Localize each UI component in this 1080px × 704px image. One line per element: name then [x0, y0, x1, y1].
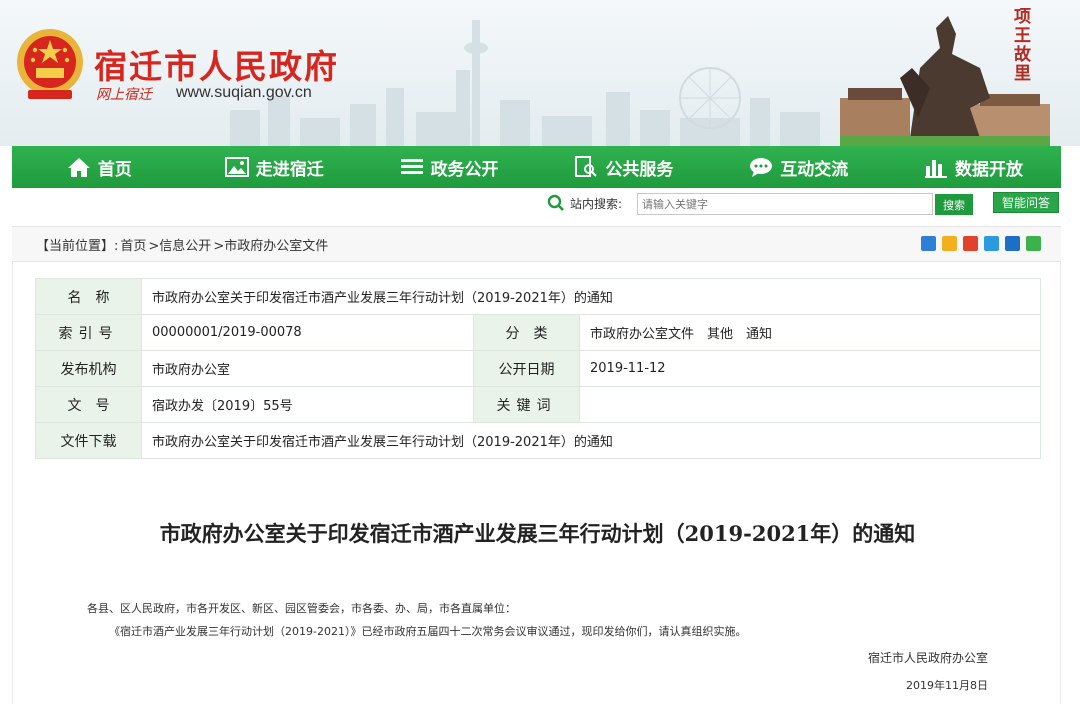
share-toolbar [921, 236, 1041, 251]
share-more-icon[interactable] [921, 236, 936, 251]
breadcrumb-home[interactable]: 首页 [120, 235, 146, 254]
index-label: 索引号 [35, 314, 142, 351]
category-label: 分 类 [473, 314, 580, 351]
nav-item-home[interactable]: 首页 [12, 146, 187, 188]
body-paragraph: 《宿迁市酒产业发展三年行动计划（2019-2021）》已经市政府五届四十二次常务… [109, 625, 747, 638]
picture-icon [224, 157, 249, 177]
share-weibo-icon[interactable] [963, 236, 978, 251]
share-wechat-icon[interactable] [1026, 236, 1041, 251]
table-row: 文件下载 市政府办公室关于印发宿迁市酒产业发展三年行动计划（2019-2021年… [35, 422, 1041, 459]
search-bar: 站内搜索: 搜索 智能问答 [0, 192, 1080, 216]
breadcrumb-current[interactable]: >市政府办公室文件 [213, 235, 328, 254]
nav-item-label: 首页 [97, 159, 132, 180]
data-chart-icon [925, 160, 948, 178]
publisher-label: 发布机构 [35, 350, 142, 387]
breadcrumb: 【当前位置】: 首页 >信息公开 >市政府办公室文件 [12, 226, 1061, 262]
date-value: 2019-11-12 [579, 350, 1041, 387]
seal-text: 项王故里 [1014, 7, 1031, 84]
table-row: 索引号 00000001/2019-00078 分 类 市政府办公室文件 其他 … [35, 314, 1041, 351]
table-row: 文 号 宿政办发〔2019〕55号 关键词 [35, 386, 1041, 423]
nav-item-label: 数据开放 [955, 159, 1024, 180]
issue-date: 2019年11月8日 [906, 679, 988, 692]
nav-item-interaction[interactable]: 互动交流 [711, 146, 886, 188]
share-qzone-icon[interactable] [942, 236, 957, 251]
breadcrumb-prefix: 【当前位置】: [36, 238, 119, 254]
name-label: 名 称 [35, 278, 142, 315]
nav-item-public-service[interactable]: 公共服务 [536, 146, 711, 188]
document-metadata-table: 名 称 市政府办公室关于印发宿迁市酒产业发展三年行动计划（2019-2021年）… [35, 278, 1041, 459]
category-value: 市政府办公室文件 其他 通知 [579, 314, 1041, 351]
home-icon [67, 158, 90, 177]
document-title: 市政府办公室关于印发宿迁市酒产业发展三年行动计划（2019-2021年）的通知 [159, 521, 916, 546]
keyword-value [579, 386, 1041, 423]
breadcrumb-info[interactable]: >信息公开 [148, 235, 211, 254]
publisher-value: 市政府办公室 [141, 350, 474, 387]
download-link[interactable]: 市政府办公室关于印发宿迁市酒产业发展三年行动计划（2019-2021年）的通知 [141, 422, 1041, 459]
share-tqq-icon[interactable] [984, 236, 999, 251]
signature: 宿迁市人民政府办公室 [867, 651, 988, 665]
national-emblem-logo [17, 29, 83, 99]
download-label: 文件下载 [35, 422, 142, 459]
nav-item-label: 公共服务 [605, 159, 674, 180]
search-label: 站内搜索: [570, 197, 623, 211]
index-value: 00000001/2019-00078 [141, 314, 474, 351]
name-value: 市政府办公室关于印发宿迁市酒产业发展三年行动计划（2019-2021年）的通知 [141, 278, 1041, 315]
search-input[interactable] [637, 193, 933, 215]
search-button[interactable]: 搜索 [935, 194, 973, 215]
doc-number-value: 宿政办发〔2019〕55号 [141, 386, 474, 423]
site-slogan: 网上宿迁 [96, 87, 152, 103]
nav-item-gov-affairs[interactable]: 政务公开 [362, 146, 537, 188]
nav-item-about[interactable]: 走进宿迁 [187, 146, 362, 188]
doc-number-label: 文 号 [35, 386, 142, 423]
site-title: 宿迁市人民政府 [94, 47, 339, 86]
article-body: 市政府办公室关于印发宿迁市酒产业发展三年行动计划（2019-2021年）的通知 … [12, 482, 1061, 704]
keyword-label: 关键词 [473, 386, 580, 423]
main-nav: 首页 走进宿迁 政务公开 公共服务 互动交流 数据开放 [12, 146, 1061, 188]
date-label: 公开日期 [473, 350, 580, 387]
header-banner: 宿迁市人民政府 网上宿迁 www.suqian.gov.cn 项王故里 [0, 0, 1080, 146]
nav-item-open-data[interactable]: 数据开放 [886, 146, 1061, 188]
document-metadata-panel: 名 称 市政府办公室关于印发宿迁市酒产业发展三年行动计划（2019-2021年）… [12, 262, 1061, 482]
smart-qa-button[interactable]: 智能问答 [993, 192, 1059, 213]
document-search-icon [575, 156, 598, 177]
chat-icon [750, 158, 773, 177]
search-icon [547, 194, 564, 211]
share-renren-icon[interactable] [1005, 236, 1020, 251]
table-row: 发布机构 市政府办公室 公开日期 2019-11-12 [35, 350, 1041, 387]
recipients-paragraph: 各县、区人民政府，市各开发区、新区、园区管委会，市各委、办、局，市各直属单位： [87, 602, 516, 615]
site-url[interactable]: www.suqian.gov.cn [176, 84, 312, 102]
table-row: 名 称 市政府办公室关于印发宿迁市酒产业发展三年行动计划（2019-2021年）… [35, 278, 1041, 315]
nav-item-label: 政务公开 [430, 159, 499, 180]
nav-item-label: 走进宿迁 [255, 159, 324, 180]
list-icon [400, 159, 423, 174]
nav-item-label: 互动交流 [780, 159, 849, 180]
